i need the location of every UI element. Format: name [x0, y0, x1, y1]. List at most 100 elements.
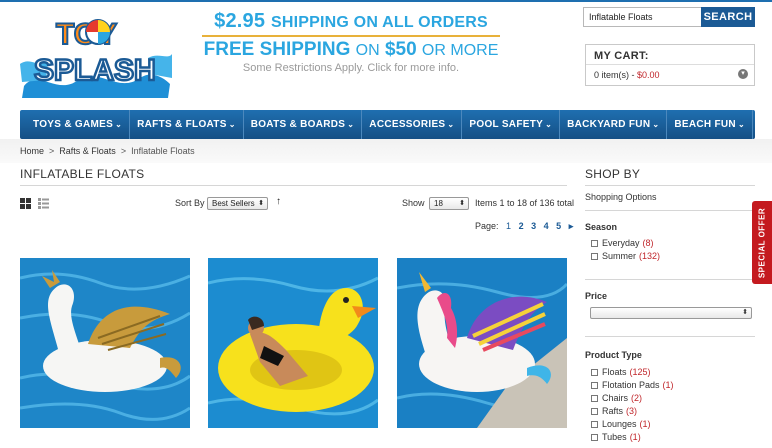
facet-price-title[interactable]: Price [585, 291, 607, 301]
chevron-down-icon: ⌄ [228, 120, 236, 129]
sort-direction-icon[interactable]: ↑ [276, 196, 281, 207]
breadcrumb: Home > Rafts & Floats > Inflatable Floats [20, 146, 195, 156]
nav-accessories[interactable]: ACCESSORIES ⌄ [362, 110, 463, 139]
page-4[interactable]: 4 [544, 221, 549, 231]
filter-chairs[interactable]: Chairs (2) [591, 393, 642, 403]
filter-label: Everyday [602, 238, 640, 248]
product-image-duck-float[interactable] [208, 258, 378, 428]
facet-product-type-title[interactable]: Product Type [585, 350, 642, 360]
product-image-pegasus-float[interactable] [20, 258, 190, 428]
title-divider [20, 185, 567, 186]
filter-label: Rafts [602, 406, 624, 416]
page-title: INFLATABLE FLOATS [20, 167, 145, 181]
cart-title: MY CART: [586, 45, 754, 65]
checkbox[interactable] [591, 433, 598, 441]
show-limit-select[interactable]: 18 ⬍ [429, 197, 469, 210]
promo-line-2: FREE SHIPPING ON $50 OR MORE [196, 39, 506, 61]
nav-rafts-floats[interactable]: RAFTS & FLOATS ⌄ [130, 110, 244, 139]
page-label: Page: [475, 221, 499, 231]
filter-count: (3) [626, 406, 638, 416]
filter-label: Flotation Pads [602, 380, 660, 390]
checkbox[interactable] [591, 252, 598, 260]
toy-splash-logo[interactable]: TOY SPLASH [18, 8, 174, 100]
nav-label: BOATS & BOARDS [250, 119, 346, 130]
checkbox[interactable] [591, 381, 598, 389]
filter-flotation-pads[interactable]: Flotation Pads (1) [591, 380, 674, 390]
price-select[interactable]: ⬍ [590, 307, 752, 319]
sort-by-select[interactable]: Best Sellers ⬍ [207, 197, 268, 210]
special-offer-tab[interactable]: SPECIAL OFFER [752, 201, 772, 284]
chevron-down-icon: ⌄ [652, 120, 660, 129]
mini-cart[interactable]: MY CART: 0 item(s) - $0.00 ▾ [585, 44, 755, 86]
breadcrumb-separator: > [120, 146, 127, 156]
cart-summary[interactable]: 0 item(s) - $0.00 ▾ [586, 65, 754, 80]
select-arrows-icon: ⬍ [459, 200, 465, 207]
filter-floats[interactable]: Floats (125) [591, 367, 651, 377]
page-1: 1 [506, 221, 512, 231]
filter-count: (1) [629, 432, 641, 442]
search-input[interactable] [583, 7, 701, 27]
page-3[interactable]: 3 [531, 221, 536, 231]
filter-label: Tubes [602, 432, 627, 442]
filter-rafts[interactable]: Rafts (3) [591, 406, 637, 416]
nav-label: BACKYARD FUN [567, 119, 651, 130]
filter-everyday[interactable]: Everyday (8) [591, 238, 654, 248]
next-page-icon[interactable]: ▸ [569, 221, 574, 231]
cart-dash: - [629, 70, 638, 80]
page-2[interactable]: 2 [519, 221, 524, 231]
filter-label: Chairs [602, 393, 629, 403]
nav-label: ACCESSORIES [369, 119, 446, 130]
nav-backyard-fun[interactable]: BACKYARD FUN ⌄ [560, 110, 668, 139]
filter-summer[interactable]: Summer (132) [591, 251, 660, 261]
filter-count: (132) [639, 251, 661, 261]
filter-count: (2) [631, 393, 643, 403]
nav-beach-fun[interactable]: BEACH FUN ⌄ [667, 110, 753, 139]
promo-restrictions[interactable]: Some Restrictions Apply. Click for more … [196, 62, 506, 74]
filter-lounges[interactable]: Lounges (1) [591, 419, 651, 429]
chevron-down-icon: ⌄ [347, 120, 355, 129]
filter-count: (8) [642, 238, 654, 248]
promo-divider [202, 35, 500, 37]
promo-on: ON [355, 42, 380, 59]
breadcrumb-rafts-floats[interactable]: Rafts & Floats [59, 146, 116, 156]
nav-toys-games[interactable]: TOYS & GAMES ⌄ [20, 110, 131, 139]
page-5[interactable]: 5 [556, 221, 561, 231]
breadcrumb-home[interactable]: Home [20, 146, 44, 156]
chevron-down-icon[interactable]: ▾ [738, 69, 748, 79]
filter-label: Summer [602, 251, 637, 261]
grid-view-icon[interactable] [20, 198, 31, 209]
shop-by-title: SHOP BY [585, 167, 641, 181]
cart-total: $0.00 [637, 70, 660, 80]
promo-line-1: $2.95 SHIPPING ON ALL ORDERS [196, 10, 506, 33]
facet-season-title[interactable]: Season [585, 222, 617, 232]
checkbox[interactable] [591, 368, 598, 376]
shopping-options-label: Shopping Options [585, 192, 657, 202]
checkbox[interactable] [591, 394, 598, 402]
top-accent-line [0, 0, 772, 2]
promo-amount: $50 [384, 39, 417, 60]
search-button[interactable]: SEARCH [701, 7, 755, 27]
nav-boats-boards[interactable]: BOATS & BOARDS ⌄ [244, 110, 363, 139]
nav-pool-safety[interactable]: POOL SAFETY ⌄ [462, 110, 561, 139]
chevron-down-icon: ⌄ [447, 120, 455, 129]
select-arrows-icon: ⬍ [258, 200, 264, 207]
main-nav: TOYS & GAMES ⌄ RAFTS & FLOATS ⌄ BOATS & BO… [20, 110, 755, 139]
sort-by-label: Sort By [175, 198, 205, 208]
shipping-promo[interactable]: $2.95 SHIPPING ON ALL ORDERS FREE SHIPPI… [196, 10, 506, 74]
promo-or-more: OR MORE [421, 42, 499, 59]
checkbox[interactable] [591, 407, 598, 415]
sidebar-divider [585, 336, 755, 337]
list-view-icon[interactable] [38, 198, 49, 209]
chevron-down-icon: ⌄ [545, 120, 553, 129]
promo-line-1-rest: SHIPPING ON ALL ORDERS [270, 14, 488, 31]
filter-count: (125) [629, 367, 651, 377]
nav-label: POOL SAFETY [469, 119, 544, 130]
checkbox[interactable] [591, 239, 598, 247]
filter-tubes[interactable]: Tubes (1) [591, 432, 641, 442]
filter-label: Floats [602, 367, 627, 377]
nav-label: BEACH FUN [674, 119, 736, 130]
product-image-unicorn-float[interactable] [397, 258, 567, 428]
search-bar: SEARCH [583, 7, 755, 27]
sidebar-divider [585, 210, 755, 211]
checkbox[interactable] [591, 420, 598, 428]
